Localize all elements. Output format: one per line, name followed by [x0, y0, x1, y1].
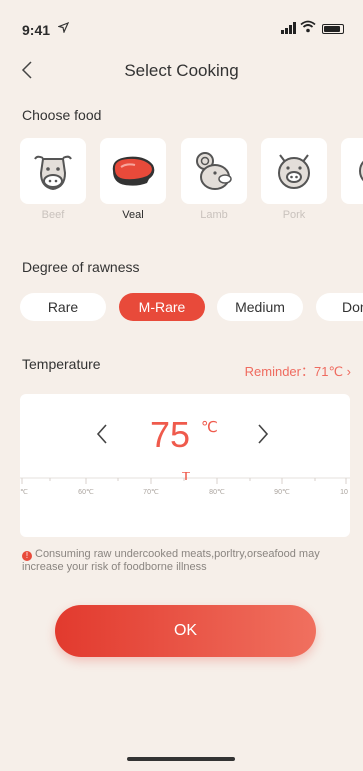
ram-icon	[196, 152, 232, 190]
food-item-partial[interactable]	[341, 138, 363, 228]
scale-label: 90℃	[274, 489, 290, 496]
food-label: Veal	[122, 209, 144, 221]
scale-label: ℃	[20, 489, 28, 496]
rawness-option-medium[interactable]: Medium	[217, 293, 303, 321]
food-card[interactable]	[181, 138, 247, 204]
food-card[interactable]	[261, 138, 327, 204]
food-icon	[359, 160, 363, 182]
rawness-option-partial[interactable]: Don	[316, 293, 363, 321]
status-time: 9:41	[22, 22, 51, 38]
food-card[interactable]	[100, 138, 166, 204]
choose-food-heading: Choose food	[22, 107, 102, 123]
warning-text: Consuming raw undercooked meats,porltry,…	[22, 548, 320, 573]
food-item-veal[interactable]: Veal	[100, 138, 166, 228]
food-card[interactable]	[20, 138, 86, 204]
rawness-option-m-rare[interactable]: M-Rare	[119, 293, 205, 321]
scale-label: 80℃	[209, 489, 225, 496]
food-label: Pork	[282, 209, 306, 221]
wifi-icon	[300, 20, 316, 38]
location-arrow-icon	[57, 21, 70, 36]
select-cooking-screen: 9:41 Select Cooking Choose food Beef Vea…	[0, 0, 363, 771]
warning-icon: !	[22, 551, 32, 561]
ok-button[interactable]: OK	[55, 605, 316, 657]
scale-label: 10	[340, 489, 348, 496]
nav-bar: Select Cooking	[0, 48, 363, 92]
rawness-options: Rare M-Rare Medium Don	[20, 293, 363, 323]
food-label: Beef	[41, 209, 65, 221]
warning-message: ! Consuming raw undercooked meats,porltry…	[22, 548, 342, 574]
food-label: Lamb	[200, 209, 228, 221]
temperature-ruler[interactable]: ℃ 60℃ 70℃ 80℃ 90℃ 10	[20, 471, 350, 512]
ruler-pointer	[182, 471, 190, 480]
food-card[interactable]	[341, 138, 363, 204]
temperature-card: 75 ℃ ℃ 60℃ 70℃ 80℃ 90℃ 10	[20, 394, 350, 537]
decrease-temperature-icon[interactable]	[94, 422, 110, 446]
scale-label: 60℃	[78, 489, 94, 496]
battery-icon	[322, 24, 344, 34]
temperature-value: 75	[150, 414, 191, 455]
steak-icon	[112, 156, 155, 186]
temperature-unit: ℃	[201, 419, 218, 436]
rawness-heading: Degree of rawness	[22, 259, 140, 275]
food-item-lamb[interactable]: Lamb	[181, 138, 247, 228]
temperature-heading: Temperature	[22, 356, 101, 372]
food-item-pork[interactable]: Pork	[261, 138, 327, 228]
food-item-beef[interactable]: Beef	[20, 138, 86, 228]
rawness-option-rare[interactable]: Rare	[20, 293, 106, 321]
reminder-link[interactable]: Reminder：71℃ ›	[245, 361, 351, 380]
increase-temperature-icon[interactable]	[255, 422, 271, 446]
pig-icon	[278, 154, 310, 189]
status-bar: 9:41	[0, 0, 363, 48]
scale-label: 70℃	[143, 489, 159, 496]
cow-icon	[34, 155, 72, 191]
signal-icon	[281, 21, 297, 39]
home-indicator	[127, 757, 235, 761]
food-list: Beef Veal Lamb Pork	[20, 138, 363, 228]
page-title: Select Cooking	[124, 61, 239, 80]
